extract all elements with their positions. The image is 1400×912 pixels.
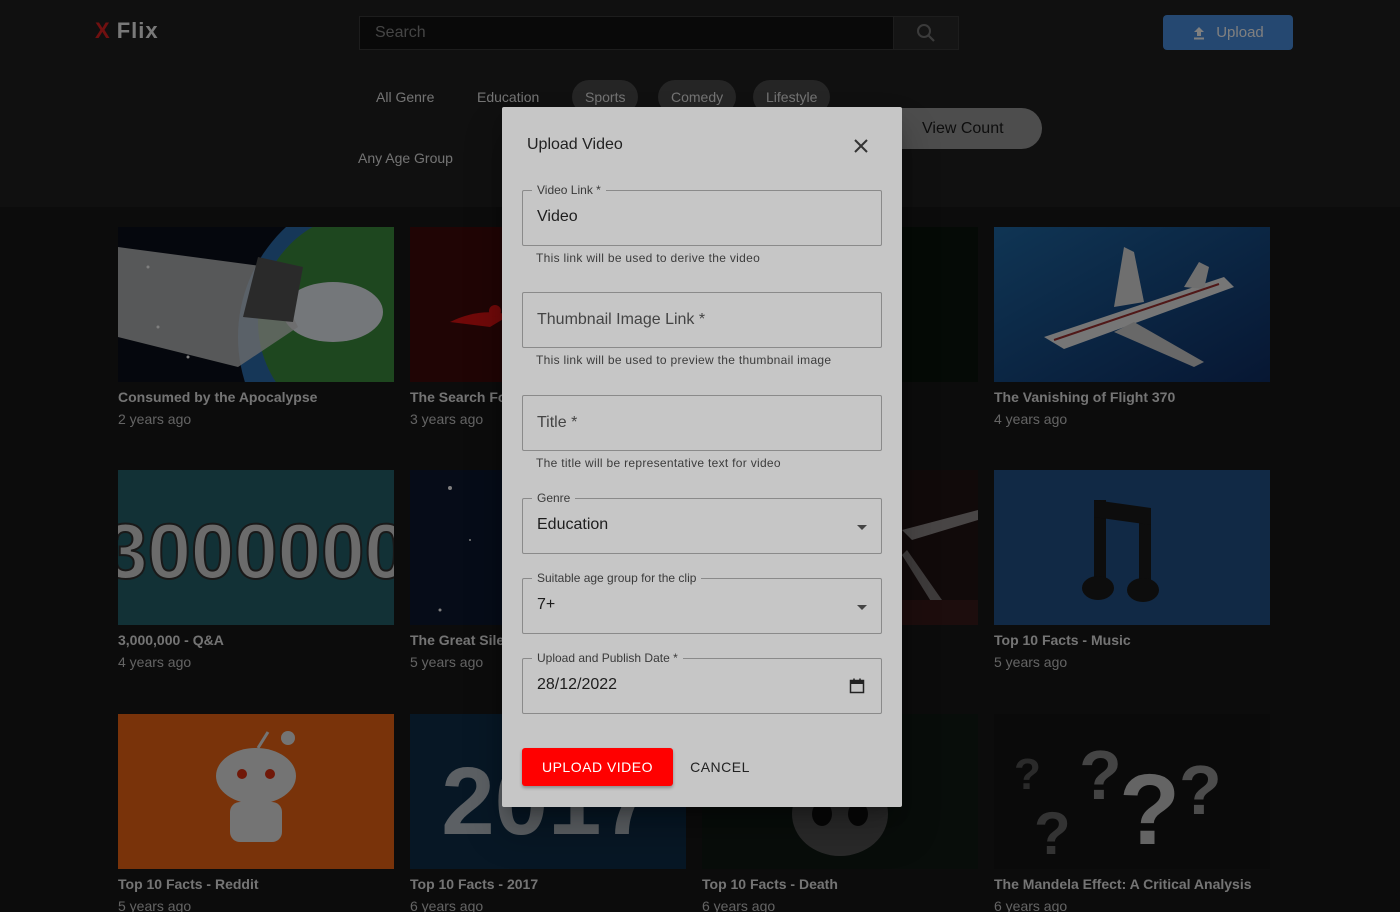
title-helper: The title will be representative text fo… xyxy=(536,456,781,470)
video-link-label: Video Link * xyxy=(532,183,606,197)
cancel-button[interactable]: CANCEL xyxy=(682,748,758,786)
video-link-field: Video Link * Video This link will be use… xyxy=(522,183,882,265)
publish-date-input[interactable]: Upload and Publish Date * 28/12/2022 xyxy=(522,651,882,714)
title-placeholder: Title * xyxy=(537,414,578,431)
age-group-value: 7+ xyxy=(537,596,556,613)
thumbnail-link-placeholder: Thumbnail Image Link * xyxy=(537,311,706,328)
title-input[interactable]: Title * xyxy=(522,395,882,451)
upload-video-dialog: Upload Video Video Link * Video This lin… xyxy=(502,107,902,807)
close-icon xyxy=(854,139,868,153)
video-link-input[interactable]: Video Link * Video xyxy=(522,183,882,246)
video-link-helper: This link will be used to derive the vid… xyxy=(536,251,761,265)
genre-field: Genre Education xyxy=(522,491,882,554)
genre-value: Education xyxy=(537,516,609,533)
genre-select[interactable]: Genre Education xyxy=(522,491,882,554)
age-group-select[interactable]: Suitable age group for the clip 7+ xyxy=(522,571,882,634)
publish-date-value: 28/12/2022 xyxy=(537,676,618,693)
thumbnail-link-helper: This link will be used to preview the th… xyxy=(536,353,832,367)
title-field: Title * The title will be representative… xyxy=(522,395,882,470)
thumbnail-link-field: Thumbnail Image Link * This link will be… xyxy=(522,292,882,367)
publish-date-label: Upload and Publish Date * xyxy=(532,651,683,665)
dialog-title: Upload Video xyxy=(527,136,623,153)
chevron-down-icon xyxy=(857,605,867,610)
thumbnail-link-input[interactable]: Thumbnail Image Link * xyxy=(522,292,882,348)
genre-label: Genre xyxy=(532,491,576,505)
age-group-field: Suitable age group for the clip 7+ xyxy=(522,571,882,634)
close-dialog-button[interactable] xyxy=(850,135,872,157)
chevron-down-icon xyxy=(857,525,867,530)
upload-video-button[interactable]: UPLOAD VIDEO xyxy=(522,748,673,786)
publish-date-field: Upload and Publish Date * 28/12/2022 xyxy=(522,651,882,714)
calendar-icon[interactable] xyxy=(849,678,865,694)
age-group-label: Suitable age group for the clip xyxy=(532,571,702,585)
video-link-value: Video xyxy=(537,208,578,225)
